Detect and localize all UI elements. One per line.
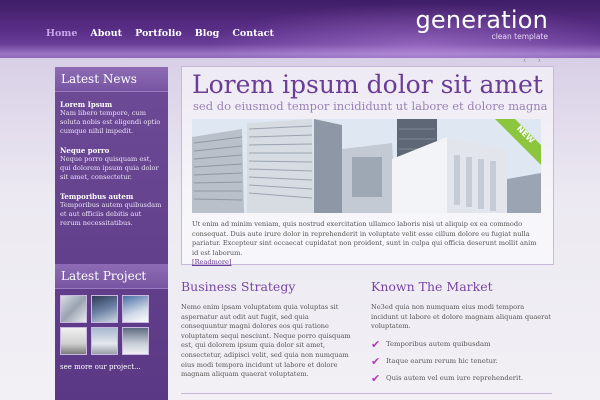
project-thumbnail[interactable] (91, 295, 118, 323)
news-title[interactable]: Temporibus autem (60, 192, 163, 201)
latest-news-heading: Latest News (55, 67, 168, 92)
business-section: Business Strategy Nemo enim ipsam volupt… (181, 280, 351, 380)
news-title[interactable]: Neque porro (60, 146, 163, 155)
feature-body: Ut enim ad minim veniam, quis nostrud ex… (192, 220, 537, 257)
business-title: Business Strategy (181, 279, 296, 294)
latest-project: Latest Project see more our project... (55, 264, 168, 371)
market-checklist: ✔ Temporibus autem quibusdam ✔ Itaque ea… (371, 336, 552, 387)
feature-subtitle: sed do eiusmod tempor incididunt ut labo… (193, 99, 548, 113)
news-title[interactable]: Lorem Ipsum (60, 100, 163, 109)
market-section: Known The Market Ne3ed quia non numquam … (371, 280, 552, 387)
new-ribbon (495, 119, 541, 165)
market-text: Ne3ed quia non numquam eius modi tempora… (371, 303, 551, 331)
project-thumbnail[interactable] (122, 327, 149, 355)
news-body: Nam libero tempore, cum soluta nobis est… (60, 109, 161, 135)
footer-divider (181, 393, 552, 394)
main-nav: Home About Portfolio Blog Contact (46, 28, 287, 39)
checklist-item: ✔ Quis autem vel eum iure reprehenderit. (371, 370, 552, 387)
feature-title: Lorem ipsum dolor sit amet (192, 70, 543, 99)
checklist-item: ✔ Temporibus autem quibusdam (371, 336, 552, 353)
feature-image: NEW (192, 119, 541, 213)
nav-about[interactable]: About (90, 28, 122, 39)
project-thumbnail[interactable] (91, 327, 118, 355)
news-item[interactable]: Lorem Ipsum Nam libero tempore, cum solu… (60, 100, 163, 136)
feature-panel: ‹ › Lorem ipsum dolor sit amet sed do ei… (181, 56, 554, 268)
nav-blog[interactable]: Blog (195, 28, 220, 39)
checkmark-icon: ✔ (371, 354, 381, 368)
market-title: Known The Market (371, 279, 493, 294)
site-logo[interactable]: generation clean template (415, 6, 548, 41)
nav-portfolio[interactable]: Portfolio (135, 28, 182, 39)
nav-home[interactable]: Home (46, 28, 77, 39)
slider-arrows[interactable]: ‹ › (523, 56, 545, 66)
news-item[interactable]: Temporibus autem Temporibus autem quibus… (60, 192, 163, 228)
readmore-link[interactable]: [Readmore] (192, 258, 231, 266)
feature-text: Ut enim ad minim veniam, quis nostrud ex… (192, 220, 544, 268)
checklist-text: Itaque earum rerum hic tenetur. (386, 356, 498, 365)
project-thumbnail[interactable] (60, 327, 87, 355)
nav-contact[interactable]: Contact (232, 28, 274, 39)
checklist-text: Temporibus autem quibusdam (386, 339, 491, 348)
project-thumbnail[interactable] (122, 295, 149, 323)
checkmark-icon: ✔ (371, 371, 381, 385)
site-header: Home About Portfolio Blog Contact genera… (0, 0, 600, 64)
project-thumbnail[interactable] (60, 295, 87, 323)
checklist-text: Quis autem vel eum iure reprehenderit. (386, 373, 524, 382)
checkmark-icon: ✔ (371, 337, 381, 351)
news-list: Lorem Ipsum Nam libero tempore, cum solu… (55, 92, 168, 228)
logo-name: generation (415, 6, 548, 34)
sidebar: Latest News Lorem Ipsum Nam libero tempo… (55, 67, 168, 400)
news-item[interactable]: Neque porro Neque porro quisquam est, qu… (60, 146, 163, 182)
news-body: Temporibus autem quibusdam et aut offici… (60, 201, 162, 227)
project-thumbnails (55, 289, 168, 355)
more-projects-link[interactable]: see more our project... (55, 355, 168, 371)
business-text: Nemo enim ipsam voluptatem quia voluptas… (181, 303, 351, 379)
checklist-item: ✔ Itaque earum rerum hic tenetur. (371, 353, 552, 370)
news-body: Neque porro quisquam est, qui dolorem ip… (60, 155, 159, 181)
latest-project-heading: Latest Project (55, 264, 168, 289)
